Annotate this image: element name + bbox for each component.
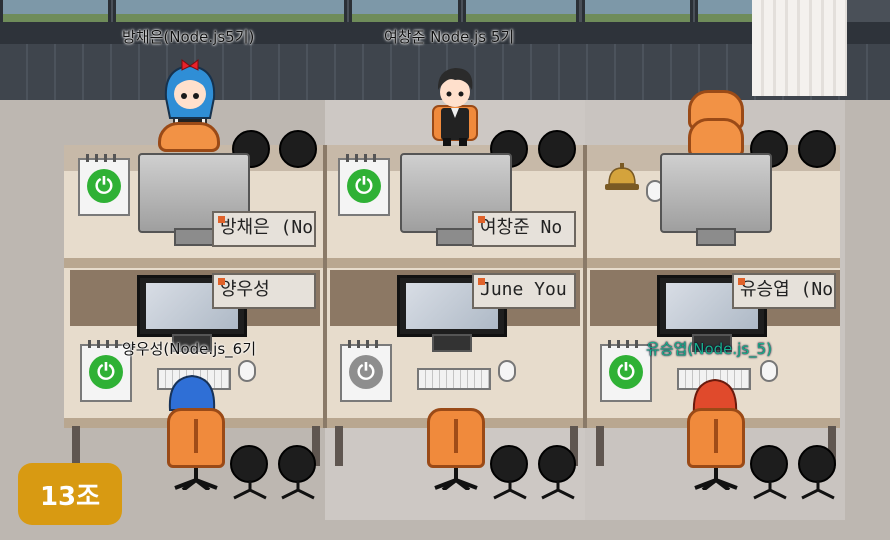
nameplate: 방채은 (No xyxy=(212,211,316,247)
desk-bell-icon[interactable] xyxy=(603,162,641,192)
power-icon[interactable]: ⏻ xyxy=(89,355,123,389)
player-name-label: 양우성(Node.js_6기 xyxy=(122,340,256,358)
black-chair[interactable] xyxy=(798,445,836,483)
orange-chair[interactable] xyxy=(167,408,225,468)
power-calendar[interactable]: ⏻ xyxy=(78,154,130,216)
black-chair[interactable] xyxy=(538,445,576,483)
power-icon[interactable]: ⏻ xyxy=(609,355,643,389)
power-calendar[interactable]: ⏻ xyxy=(338,154,390,216)
monitor[interactable] xyxy=(660,153,772,233)
black-chair[interactable] xyxy=(798,130,836,168)
chair-base xyxy=(493,480,527,500)
desk-leg xyxy=(335,426,343,466)
nameplate: 여창준 No xyxy=(472,211,576,247)
player-name-label: 유승엽(Node.js_5) xyxy=(646,340,773,358)
black-chair[interactable] xyxy=(279,130,317,168)
desk-divider xyxy=(583,145,587,270)
monitor-stand xyxy=(436,228,476,246)
desk-divider xyxy=(323,268,327,428)
power-calendar[interactable]: ⏻ xyxy=(340,340,392,402)
keyboard xyxy=(417,368,491,390)
desk-divider xyxy=(583,268,587,428)
chair-base xyxy=(174,468,218,490)
player-avatar[interactable] xyxy=(425,62,485,148)
orange-chair[interactable] xyxy=(427,408,485,468)
nameplate: 양우성 xyxy=(212,273,316,309)
orange-chair[interactable] xyxy=(687,408,745,468)
power-icon[interactable]: ⏻ xyxy=(349,355,383,389)
black-chair[interactable] xyxy=(750,445,788,483)
mouse xyxy=(760,360,778,382)
orange-chair-seat xyxy=(688,118,744,158)
player-name-label: 방채은(Node.js5기) xyxy=(122,28,255,46)
mouse xyxy=(238,360,256,382)
black-chair[interactable] xyxy=(278,445,316,483)
black-chair[interactable] xyxy=(230,445,268,483)
monitor-stand xyxy=(696,228,736,246)
chair-base xyxy=(281,480,315,500)
nameplate: June You xyxy=(472,273,576,309)
power-icon[interactable]: ⏻ xyxy=(347,169,381,203)
monitor-stand xyxy=(174,228,214,246)
orange-chair[interactable] xyxy=(158,122,220,152)
player-avatar[interactable] xyxy=(166,372,218,412)
desk-leg xyxy=(596,426,604,466)
chair-base xyxy=(753,480,787,500)
chair-base xyxy=(233,480,267,500)
black-chair[interactable] xyxy=(490,445,528,483)
chair-base xyxy=(694,468,738,490)
curtain xyxy=(752,0,847,96)
monitor-stand xyxy=(432,334,472,352)
power-calendar[interactable]: ⏻ xyxy=(600,340,652,402)
chair-base xyxy=(541,480,575,500)
player-name-label: 여창준 Node.js 5기 xyxy=(384,28,515,46)
chair-base xyxy=(434,468,478,490)
game-scene: ⏻ ⏻ 방채은 (No 여창준 No 양우성 June You 유승엽 (No … xyxy=(0,0,890,540)
nameplate: 유승엽 (No xyxy=(732,273,836,309)
power-icon[interactable]: ⏻ xyxy=(87,169,121,203)
mouse xyxy=(498,360,516,382)
room-badge[interactable]: 13조 xyxy=(18,463,122,525)
desk-leg xyxy=(72,426,80,466)
desk-divider xyxy=(323,145,327,270)
desk-front-edge xyxy=(64,258,840,268)
black-chair[interactable] xyxy=(538,130,576,168)
chair-base xyxy=(801,480,835,500)
